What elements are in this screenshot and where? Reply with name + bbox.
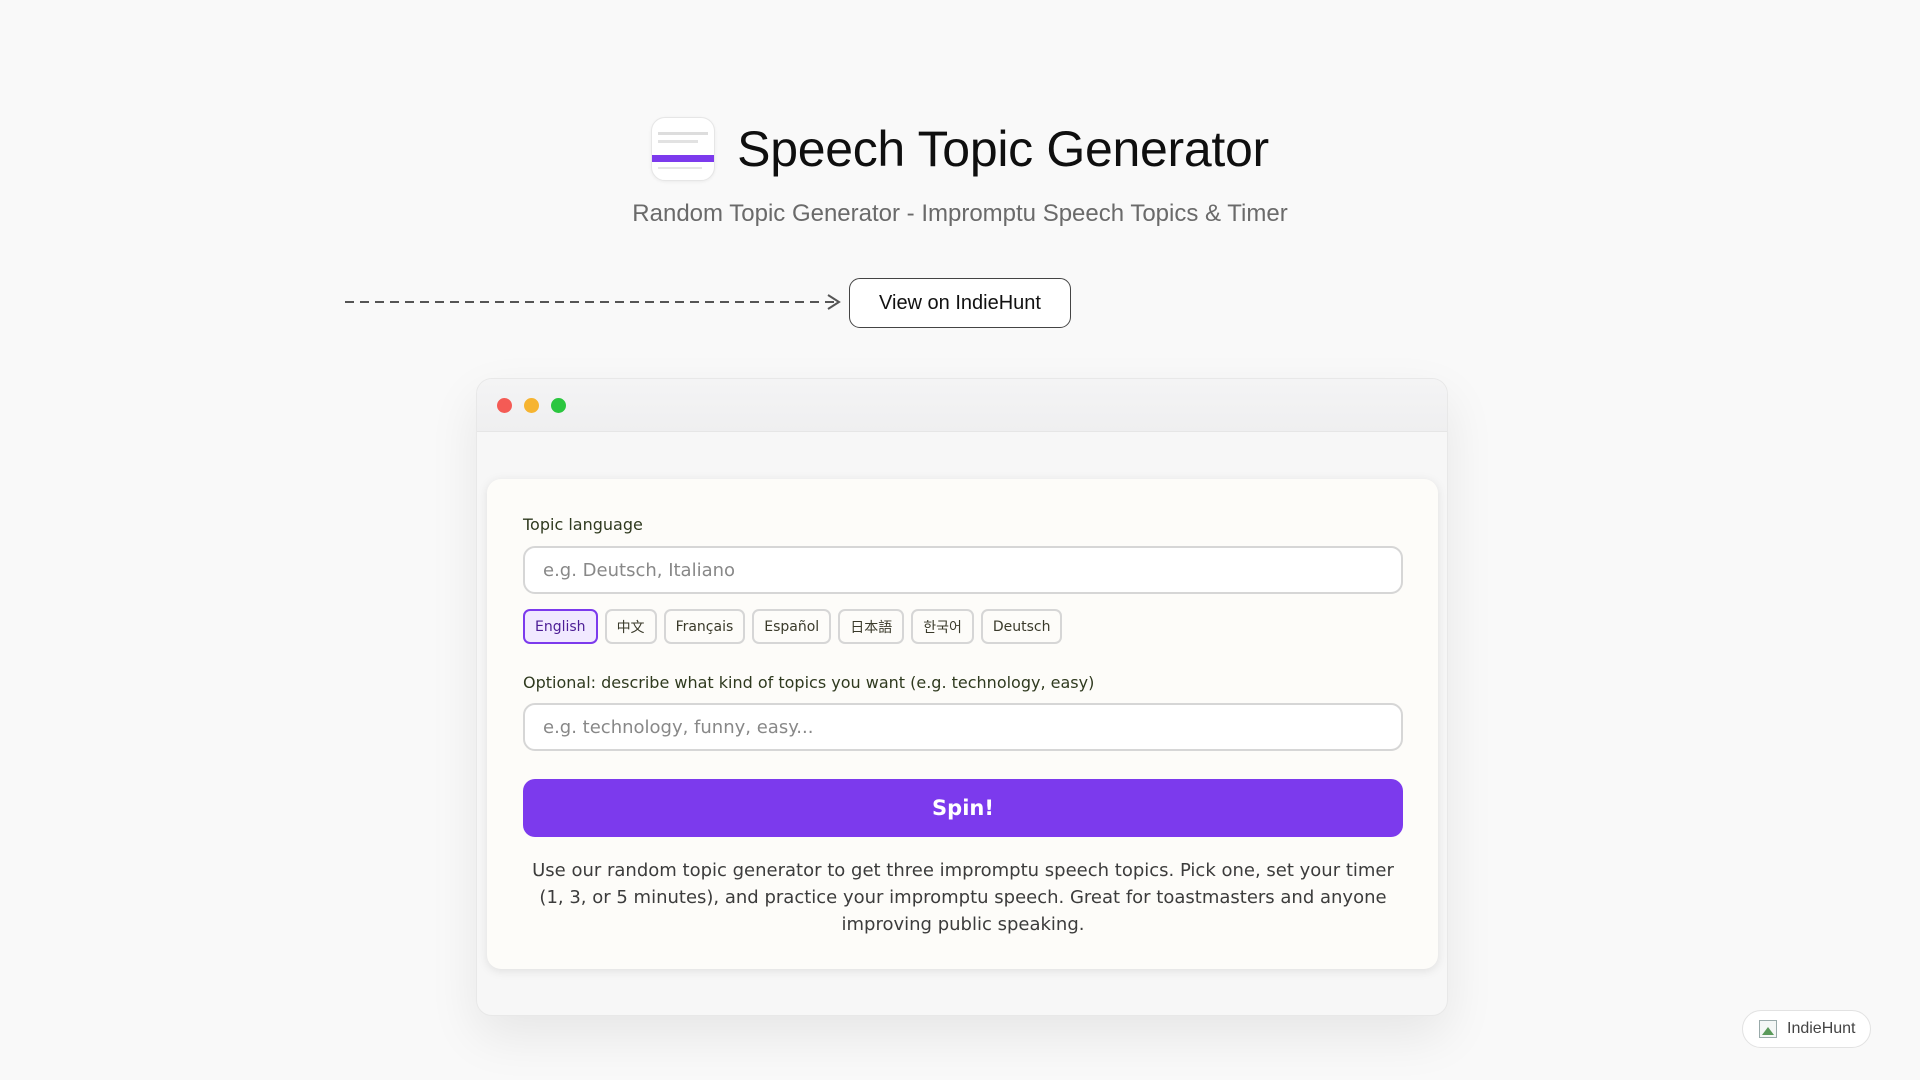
topic-description-input[interactable]	[523, 703, 1403, 751]
language-chip-chinese[interactable]: 中文	[604, 609, 657, 644]
broken-image-icon	[1759, 1020, 1777, 1038]
generator-card: Topic language English 中文 Français Españ…	[487, 479, 1438, 969]
generator-description: Use our random topic generator to get th…	[532, 860, 1394, 935]
topic-language-input[interactable]	[523, 546, 1403, 594]
language-chip-english[interactable]: English	[523, 609, 598, 644]
indiehunt-badge-label: IndieHunt	[1787, 1020, 1856, 1037]
maximize-window-icon[interactable]	[551, 398, 566, 413]
hero-header: Speech Topic Generator	[0, 117, 1920, 181]
topic-language-label: Topic language	[523, 515, 643, 534]
language-chip-german[interactable]: Deutsch	[980, 609, 1063, 644]
language-chip-korean[interactable]: 한국어	[911, 609, 974, 644]
spin-button[interactable]: Spin!	[523, 779, 1403, 837]
topic-description-label: Optional: describe what kind of topics y…	[523, 673, 1095, 692]
language-chip-french[interactable]: Français	[663, 609, 746, 644]
close-window-icon[interactable]	[497, 398, 512, 413]
minimize-window-icon[interactable]	[524, 398, 539, 413]
page: Speech Topic Generator Random Topic Gene…	[0, 0, 1920, 1080]
language-chip-spanish[interactable]: Español	[752, 609, 832, 644]
dashed-arrow-icon	[345, 294, 841, 310]
page-title: Speech Topic Generator	[737, 121, 1269, 177]
app-thumbnail-icon	[651, 117, 716, 181]
indiehunt-badge[interactable]: IndieHunt	[1742, 1010, 1871, 1048]
window-titlebar	[477, 379, 1447, 432]
browser-window: Topic language English 中文 Français Españ…	[476, 378, 1448, 1016]
language-chip-list: English 中文 Français Español 日本語 한국어 Deut…	[523, 609, 1063, 644]
view-on-indiehunt-button[interactable]: View on IndieHunt	[849, 278, 1071, 328]
page-subtitle: Random Topic Generator - Impromptu Speec…	[632, 200, 1288, 227]
language-chip-japanese[interactable]: 日本語	[838, 609, 905, 644]
